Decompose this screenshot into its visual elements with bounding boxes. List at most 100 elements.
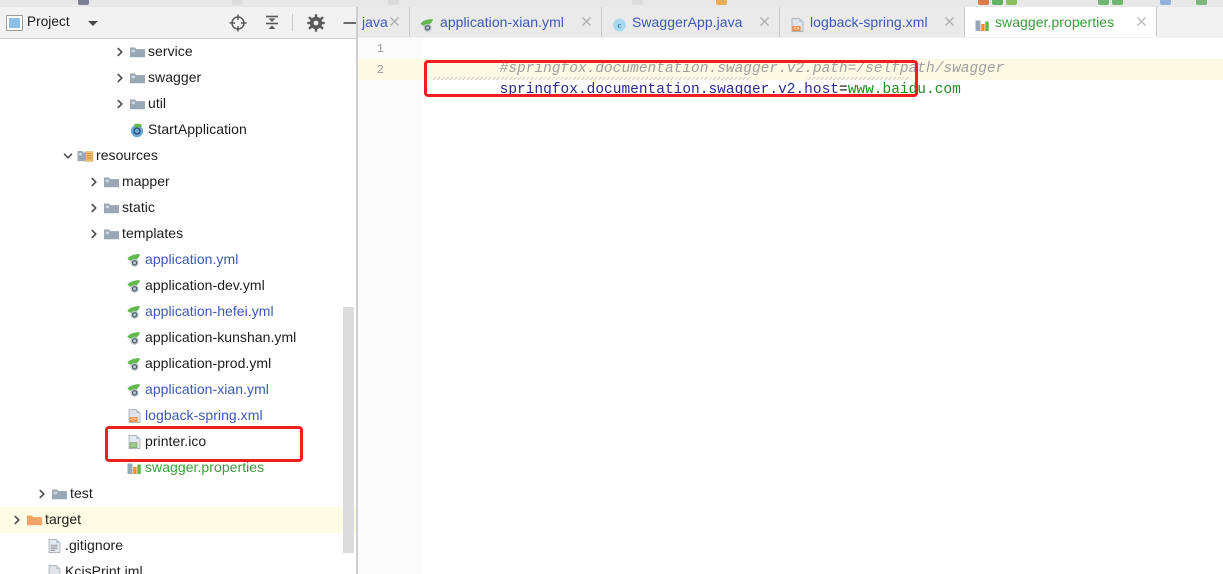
tree-item-label: test [70,485,93,501]
tree-item-application-kunshan-yml[interactable]: application-kunshan.yml [0,325,358,351]
editor-line-1[interactable]: #springfox.documentation.swagger.v2.path… [430,38,1005,77]
tree-item-templates[interactable]: templates [0,221,358,247]
property-equals: = [838,82,848,98]
close-icon[interactable] [943,15,956,28]
inspection-squiggle [431,77,751,80]
tree-item-service[interactable]: service [0,39,358,65]
tree-item-application-dev-yml[interactable]: application-dev.yml [0,273,358,299]
chevron-right-icon[interactable] [115,99,125,109]
chevron-right-icon[interactable] [115,47,125,57]
tree-item-label: templates [122,225,184,241]
tree-item-label: resources [96,147,158,163]
editor-tab-application-xian-yml[interactable]: application-xian.yml [410,7,602,37]
editor-area: java application-xian.yml c SwaggerApp.java… [358,7,1223,574]
editor-tab-logback-spring-xml[interactable]: <> logback-spring.xml [780,7,965,37]
tree-item-label: target [45,511,82,527]
folder-icon [129,70,146,86]
folder-icon [103,200,120,216]
tree-item-target[interactable]: target [0,507,358,533]
svg-text:<>: <> [793,26,799,32]
locate-icon[interactable] [228,13,248,33]
tree-item-kcisprint-iml[interactable]: KcisPrint.iml [0,559,358,574]
chevron-right-icon[interactable] [115,73,125,83]
tree-item-resources[interactable]: resources [0,143,358,169]
chevron-right-icon[interactable] [89,203,99,213]
folder-icon [103,174,120,190]
tree-item-label: swagger [148,69,202,85]
resource-root-icon [77,148,94,164]
editor-gutter[interactable]: 1 2 [358,38,423,574]
tree-item-application-prod-yml[interactable]: application-prod.yml [0,351,358,377]
tree-item-label: application-kunshan.yml [145,329,297,345]
project-tool-window: Project service swagger util StartApplic… [0,7,358,574]
project-view-icon [6,15,23,31]
folder-icon [51,486,68,502]
iml-file-icon [46,564,63,574]
chevron-right-icon[interactable] [89,229,99,239]
yml-spring-icon [126,356,143,372]
editor-tab-java[interactable]: java [358,7,410,37]
properties-icon [126,460,143,476]
chevron-down-icon[interactable] [88,21,98,26]
spring-boot-icon [129,122,146,138]
yml-spring-icon [126,304,143,320]
yml-spring-icon [126,252,143,268]
svg-text:<>: <> [130,417,136,423]
tree-item-application-hefei-yml[interactable]: application-hefei.yml [0,299,358,325]
tree-item-static[interactable]: static [0,195,358,221]
tree-item-label: application-prod.yml [145,355,272,371]
tree-item-application-yml[interactable]: application.yml [0,247,358,273]
tree-item-label: util [148,95,167,111]
tree-item-startapplication[interactable]: StartApplication [0,117,358,143]
chevron-down-icon[interactable] [63,151,73,161]
chevron-right-icon[interactable] [89,177,99,187]
tree-item-gitignore[interactable]: .gitignore [0,533,358,559]
close-icon[interactable] [388,15,401,28]
project-panel-title: Project [27,14,70,29]
close-icon[interactable] [580,15,593,28]
editor-tab-label: java [362,14,388,30]
close-icon[interactable] [758,15,771,28]
tree-item-util[interactable]: util [0,91,358,117]
editor-tab-label: application-xian.yml [440,14,564,30]
tree-item-label: static [122,199,155,215]
tree-item-swagger[interactable]: swagger [0,65,358,91]
yml-spring-icon [126,330,143,346]
tree-item-mapper[interactable]: mapper [0,169,358,195]
code-content[interactable]: #springfox.documentation.swagger.v2.path… [422,38,1223,574]
editor-tab-swagger-properties[interactable]: swagger.properties [965,7,1157,37]
tree-item-logback-spring-xml[interactable]: <> logback-spring.xml [0,403,358,429]
chevron-right-icon[interactable] [37,489,47,499]
collapse-all-icon[interactable] [262,13,282,33]
property-key: springfox.documentation.swagger.v2.host [499,82,839,98]
line-number: 1 [376,42,384,56]
editor-tab-label: SwaggerApp.java [632,14,743,30]
tree-item-swagger-properties[interactable]: swagger.properties [0,455,358,481]
editor-tab-swaggerapp-java[interactable]: c SwaggerApp.java [602,7,780,37]
yml-spring-icon [126,278,143,294]
gear-icon[interactable] [306,13,326,33]
xml-file-icon: <> [126,408,143,424]
xml-file-icon: <> [789,14,805,32]
tree-item-test[interactable]: test [0,481,358,507]
tree-item-label: mapper [122,173,170,189]
tree-item-label: application.yml [145,251,239,267]
image-file-icon [126,434,143,450]
folder-icon [103,226,120,242]
tree-item-label: KcisPrint.iml [65,563,143,574]
tree-item-application-xian-yml[interactable]: application-xian.yml [0,377,358,403]
tree-item-printer-ico[interactable]: printer.ico [0,429,358,455]
tree-item-label: application-hefei.yml [145,303,274,319]
gutter-current-line-highlight [358,59,422,80]
project-scrollbar-thumb[interactable] [343,307,354,553]
tree-item-label: application-xian.yml [145,381,269,397]
editor-tab-bar[interactable]: java application-xian.yml c SwaggerApp.java… [358,7,1223,39]
chevron-right-icon[interactable] [12,515,22,525]
close-icon[interactable] [1135,15,1148,28]
text-file-icon [46,538,63,554]
project-file-tree[interactable]: service swagger util StartApplication resour… [0,39,358,574]
svg-text:c: c [618,21,622,30]
java-class-icon: c [611,14,627,32]
editor-tab-label: swagger.properties [995,14,1115,30]
ide-window: Project service swagger util StartApplic… [0,0,1223,574]
